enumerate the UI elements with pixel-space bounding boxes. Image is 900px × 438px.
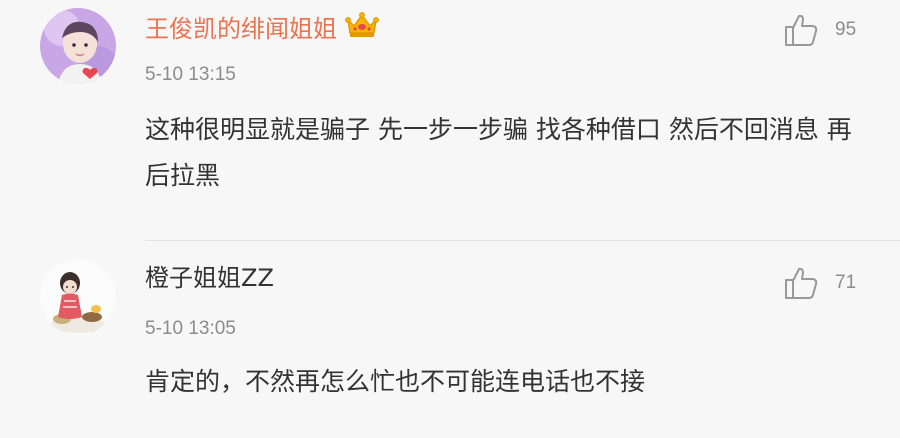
thumbs-up-icon — [785, 14, 818, 46]
comment-timestamp: 5-10 13:15 — [145, 64, 236, 85]
like-count: 71 — [835, 272, 857, 293]
username-text[interactable]: 王俊凯的绯闻姐姐 — [145, 15, 337, 43]
like-count: 95 — [835, 19, 857, 40]
crown-icon — [345, 11, 379, 46]
like-button[interactable]: 71 — [783, 265, 856, 301]
avatar[interactable] — [40, 8, 116, 84]
avatar-image — [40, 259, 116, 335]
avatar-image — [40, 8, 116, 84]
like-button[interactable]: 95 — [783, 12, 856, 48]
thumbs-up-icon — [785, 267, 818, 299]
username-link[interactable]: 王俊凯的绯闻姐姐 — [145, 11, 379, 46]
comment-item: 橙子姐姐ZZ 5-10 13:05 肯定的，不然再怎么忙也不可能连电话也不接 7… — [0, 241, 900, 438]
comment-timestamp: 5-10 13:05 — [145, 318, 236, 339]
comment-text: 肯定的，不然再怎么忙也不可能连电话也不接 — [145, 367, 646, 396]
avatar[interactable] — [40, 259, 116, 335]
comment-text: 这种很明显就是骗子 先一步一步骗 找各种借口 然后不回消息 再后拉黑 — [145, 115, 852, 190]
username-link[interactable]: 橙子姐姐ZZ — [145, 263, 274, 293]
comment-item: 王俊凯的绯闻姐姐 5-10 13:15 这种很明显就是骗子 先一步一步骗 找各种… — [0, 0, 900, 240]
